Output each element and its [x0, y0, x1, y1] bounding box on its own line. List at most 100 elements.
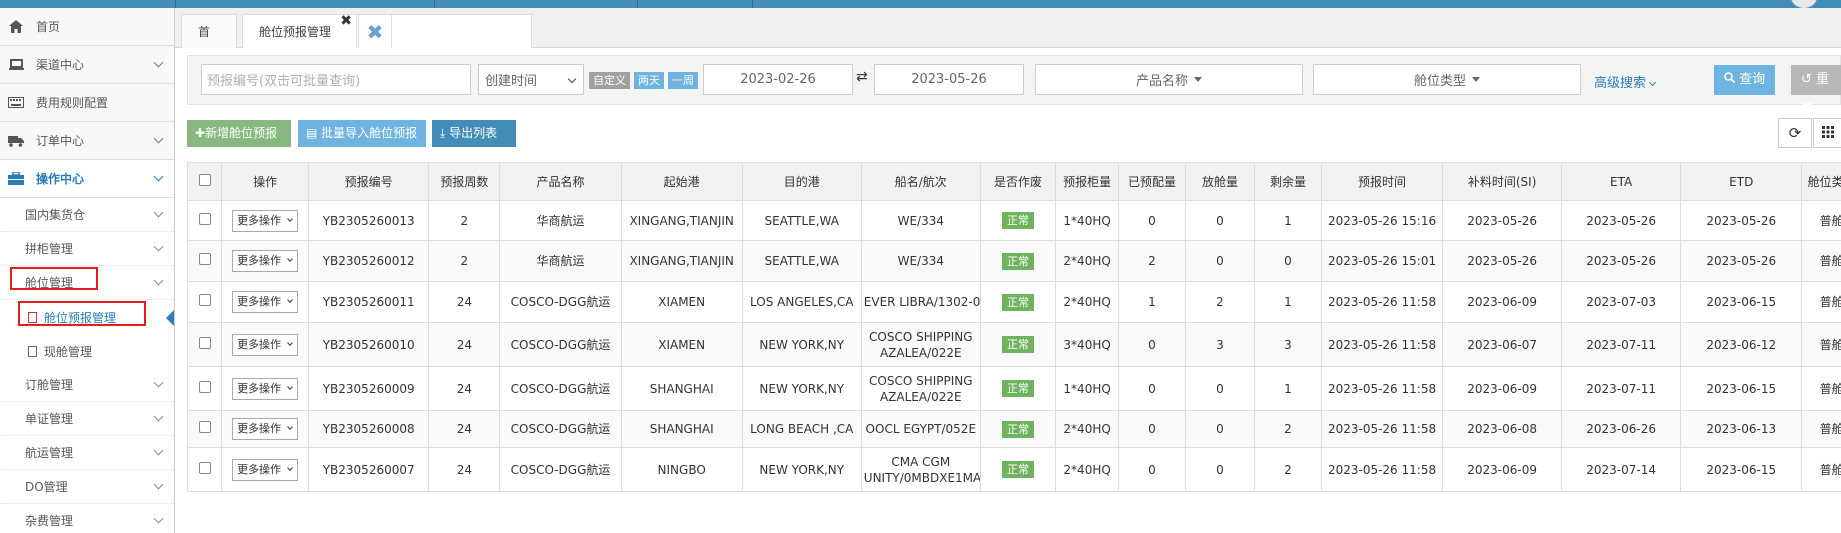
cell-weeks: 24	[428, 322, 501, 367]
sidebar-item-label: 费用规则配置	[36, 96, 109, 110]
advanced-search-link[interactable]: 高级搜索	[1594, 72, 1657, 91]
sidebar-sub-item-misc-fees[interactable]: 杂费管理	[0, 504, 174, 533]
row-checkbox[interactable]	[187, 281, 222, 323]
custom-range-button[interactable]: 自定义	[589, 72, 630, 89]
document-icon	[28, 345, 37, 357]
cell-qty: 2*40HQ	[1055, 240, 1119, 282]
cabin-type-select[interactable]: 舱位类型	[1313, 64, 1581, 95]
add-forecast-button[interactable]: ✚新增舱位预报	[187, 120, 291, 147]
sidebar-item-orders[interactable]: 订单中心	[0, 122, 174, 160]
more-actions-select[interactable]: 更多操作	[232, 458, 299, 481]
chevron-down-icon	[153, 445, 164, 456]
chevron-down-icon	[153, 479, 164, 490]
product-name-select[interactable]: 产品名称	[1035, 64, 1303, 95]
swap-icon[interactable]: ⇄	[856, 69, 868, 85]
cell-time: 2023-05-26 11:58	[1320, 281, 1444, 323]
cell-release: 3	[1184, 322, 1256, 367]
more-actions-select[interactable]: 更多操作	[232, 250, 299, 272]
sidebar-item-home[interactable]: 首页	[0, 8, 174, 46]
cell-status: 正常	[979, 447, 1057, 492]
sidebar-item-channel[interactable]: 渠道中心	[0, 46, 174, 84]
sidebar-item-operations[interactable]: 操作中心	[0, 160, 174, 198]
more-actions-select[interactable]: 更多操作	[232, 333, 299, 356]
more-actions-select[interactable]: 更多操作	[232, 418, 299, 440]
chevron-down-icon	[153, 57, 164, 68]
row-checkbox[interactable]	[187, 447, 222, 492]
sidebar-sub-item-documents[interactable]: 单证管理	[0, 402, 174, 436]
start-date-input[interactable]: 2023-02-26	[703, 64, 853, 95]
close-all-tabs-icon[interactable]: ✖	[358, 14, 392, 48]
query-button[interactable]: 查询	[1714, 65, 1776, 95]
ship-voyage-line: UNITY/0MBDXE1MA	[863, 470, 981, 485]
query-label: 查询	[1739, 72, 1766, 87]
sidebar-sub-item-booking[interactable]: 订舱管理	[0, 368, 174, 402]
end-date-input[interactable]: 2023-05-26	[874, 64, 1024, 95]
cell-qty: 2*40HQ	[1055, 410, 1119, 448]
column-header: ETD	[1680, 162, 1803, 201]
cell-si: 2023-05-26	[1442, 200, 1563, 241]
cell-id: YB2305260012	[308, 240, 430, 282]
two-days-button[interactable]: 两天	[634, 72, 664, 89]
grid-icon	[1821, 124, 1834, 142]
time-type-select[interactable]: 创建时间	[478, 64, 584, 95]
cell-etd: 2023-06-13	[1680, 410, 1803, 448]
cell-time: 2023-05-26 15:01	[1320, 240, 1444, 282]
tab-close-icon[interactable]: ✖	[340, 4, 352, 38]
cell-type: 普舱	[1801, 240, 1841, 282]
cell-eta: 2023-06-26	[1561, 410, 1682, 448]
sidebar-item-fee-rules[interactable]: 费用规则配置	[0, 84, 174, 122]
sidebar-sub-item-shipping[interactable]: 航运管理	[0, 436, 174, 470]
navbar-divider	[752, 0, 753, 8]
cell-product: 华商航运	[499, 240, 622, 282]
select-all-checkbox[interactable]	[187, 162, 222, 201]
sidebar-sub-item-do[interactable]: DO管理	[0, 470, 174, 504]
export-list-button[interactable]: ⤓ 导出列表	[432, 120, 516, 147]
briefcase-icon	[6, 172, 26, 186]
more-actions-select[interactable]: 更多操作	[232, 291, 299, 313]
more-actions-select[interactable]: 更多操作	[232, 377, 299, 400]
chevron-down-icon	[287, 383, 293, 390]
sidebar-sub-item-consolidation[interactable]: 拼柜管理	[0, 232, 174, 266]
batch-import-button[interactable]: ▤ 批量导入舱位预报	[298, 120, 426, 147]
ship-voyage-line: WE/334	[897, 213, 944, 228]
tab-cabin-forecast-active[interactable]: 舱位预报管理 ✖	[242, 13, 357, 48]
column-header: 产品名称	[499, 162, 622, 201]
tab-home[interactable]: 首页	[181, 14, 237, 73]
more-actions-cell: 更多操作	[220, 447, 310, 492]
cell-id: YB2305260009	[308, 366, 430, 411]
cell-ship-voyage: COSCO SHIPPING AZALEA/022E	[860, 322, 981, 367]
table-row: 更多操作 YB2305260013 2 华商航运 XINGANG,TIANJIN SEAT…	[187, 200, 1841, 241]
row-checkbox[interactable]	[187, 410, 222, 448]
row-checkbox[interactable]	[187, 322, 222, 367]
reset-button[interactable]: ↺ 重置	[1791, 65, 1841, 117]
row-checkbox[interactable]	[187, 200, 222, 241]
cell-from: XINGANG,TIANJIN	[620, 240, 743, 282]
forecast-number-input[interactable]: 预报编号(双击可批量查询)	[201, 64, 471, 95]
cell-ship-voyage: OOCL EGYPT/052E	[860, 410, 981, 448]
batch-import-label: 批量导入舱位预报	[321, 126, 418, 140]
refresh-button[interactable]: ⟳	[1778, 118, 1812, 148]
sidebar-subsub-item-current-cabin[interactable]: 现舱管理	[0, 334, 174, 368]
cell-from: XIAMEN	[620, 322, 743, 367]
more-actions-label: 更多操作	[237, 462, 282, 476]
sidebar-sub-item-domestic-warehouse[interactable]: 国内集货仓	[0, 198, 174, 232]
more-actions-select[interactable]: 更多操作	[232, 209, 299, 232]
cell-to: LOS ANGELES,CA	[741, 281, 862, 323]
cell-time: 2023-05-26 11:58	[1320, 322, 1444, 367]
row-checkbox[interactable]	[187, 366, 222, 411]
sidebar-item-label: 订单中心	[36, 134, 85, 148]
table-row: 更多操作 YB2305260010 24 COSCO-DGG航运 XIAMEN NEW Y…	[187, 322, 1841, 367]
navbar-divider	[434, 0, 435, 8]
one-week-button[interactable]: 一周	[668, 72, 698, 89]
more-actions-label: 更多操作	[237, 422, 282, 435]
cell-status: 正常	[979, 281, 1057, 323]
cell-id: YB2305260011	[308, 281, 430, 323]
cell-remain: 1	[1254, 200, 1322, 241]
user-avatar[interactable]	[1791, 0, 1817, 8]
sidebar-sub-label: 杂费管理	[25, 514, 74, 528]
row-checkbox[interactable]	[187, 240, 222, 282]
column-header: 补料时间(SI)	[1442, 162, 1563, 201]
columns-button[interactable]	[1813, 118, 1841, 148]
sidebar-sub-label: 国内集货仓	[25, 208, 86, 222]
cell-to: NEW YORK,NY	[741, 447, 862, 492]
